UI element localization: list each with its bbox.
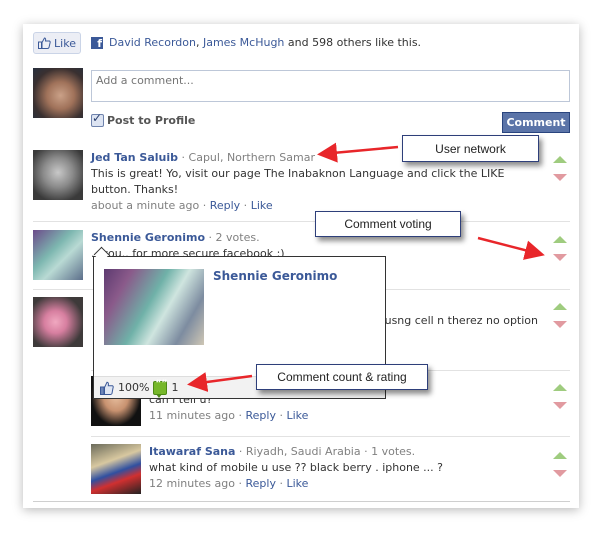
current-user-avatar <box>33 68 83 118</box>
friend-link-david[interactable]: David Recordon <box>109 36 196 49</box>
comment-text: what kind of mobile u use ?? black berry… <box>149 461 444 474</box>
divider <box>33 221 570 222</box>
comment-vote <box>553 378 567 414</box>
like-summary: David Recordon, James McHugh and 598 oth… <box>109 36 422 49</box>
comment-time: about a minute ago <box>91 199 200 212</box>
profile-picture[interactable] <box>104 269 204 345</box>
comment-vote <box>553 230 567 266</box>
comment-text: This is great! Yo, visit our page The In… <box>91 167 505 196</box>
callout-user-network: User network <box>402 135 539 162</box>
like-button[interactable]: Like <box>33 32 81 54</box>
reply-link[interactable]: Reply <box>245 477 275 490</box>
vote-down-icon[interactable] <box>553 402 567 409</box>
user-network: · Capul, Northern Samar <box>178 151 315 164</box>
rating-percent: 100% <box>118 381 150 394</box>
user-network: · Riyadh, Saudi Arabia · 1 votes. <box>235 445 416 458</box>
comment-time: 11 minutes ago <box>149 409 235 422</box>
callout-comment-count-rating: Comment count & rating <box>256 364 428 390</box>
facebook-icon: f <box>91 37 103 49</box>
vote-down-icon[interactable] <box>553 470 567 477</box>
comment-count: 1 <box>171 381 179 394</box>
callout-comment-voting: Comment voting <box>315 211 461 237</box>
comment-submit-button[interactable]: Comment <box>502 112 570 133</box>
vote-up-icon[interactable] <box>553 303 567 310</box>
comment-vote <box>553 150 567 186</box>
comment-input[interactable] <box>91 70 570 102</box>
vote-down-icon[interactable] <box>553 174 567 181</box>
reply-link[interactable]: Reply <box>245 409 275 422</box>
friend-link-james[interactable]: James McHugh <box>203 36 284 49</box>
thumbs-up-icon <box>100 381 114 395</box>
divider <box>33 501 570 502</box>
comment-like-link[interactable]: Like <box>251 199 273 212</box>
comment-vote-count: · 2 votes. <box>205 231 260 244</box>
commenter-avatar[interactable] <box>33 230 83 280</box>
reply-item: Itawaraf Sana · Riyadh, Saudi Arabia · 1… <box>91 444 570 496</box>
like-count-text: and 598 others like this. <box>284 36 422 49</box>
vote-up-icon[interactable] <box>553 452 567 459</box>
vote-up-icon[interactable] <box>553 156 567 163</box>
vote-down-icon[interactable] <box>553 321 567 328</box>
comment-vote <box>553 446 567 482</box>
comment-like-link[interactable]: Like <box>286 477 308 490</box>
profile-name-link[interactable]: Shennie Geronimo <box>213 269 337 283</box>
comment-author[interactable]: Itawaraf Sana <box>149 445 235 458</box>
comment-author[interactable]: Jed Tan Saluib <box>91 151 178 164</box>
post-to-profile-checkbox[interactable]: Post to Profile <box>91 111 196 127</box>
thumbs-up-icon <box>38 37 51 49</box>
comment-like-link[interactable]: Like <box>286 409 308 422</box>
comment-time: 12 minutes ago <box>149 477 235 490</box>
commenter-avatar[interactable] <box>91 444 141 494</box>
comment-bubble-icon: “” <box>153 379 168 398</box>
commenter-avatar[interactable] <box>33 150 83 200</box>
vote-up-icon[interactable] <box>553 384 567 391</box>
divider <box>91 436 570 437</box>
reply-link[interactable]: Reply <box>210 199 240 212</box>
vote-down-icon[interactable] <box>553 254 567 261</box>
commenter-avatar[interactable] <box>33 297 83 347</box>
like-button-label: Like <box>54 36 76 50</box>
post-to-profile-label: Post to Profile <box>107 114 196 127</box>
comment-author[interactable]: Shennie Geronimo <box>91 231 205 244</box>
vote-up-icon[interactable] <box>553 236 567 243</box>
comment-vote <box>553 297 567 333</box>
checkbox-checked-icon[interactable] <box>91 111 104 127</box>
